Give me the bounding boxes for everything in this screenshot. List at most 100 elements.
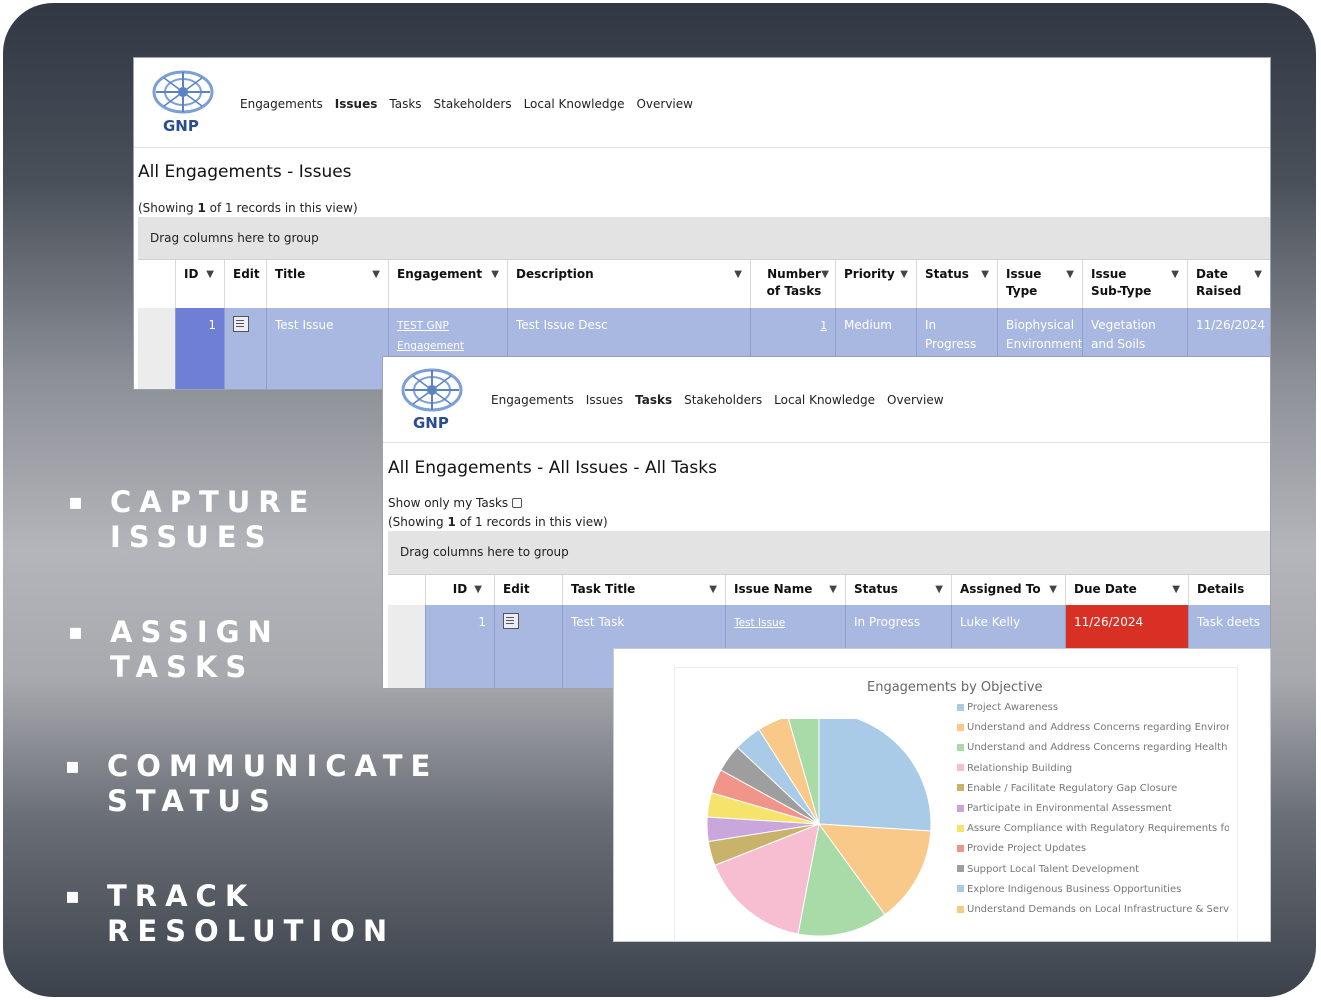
col-status[interactable]: Status ▼ bbox=[845, 575, 951, 605]
filter-icon[interactable]: ▼ bbox=[981, 266, 989, 283]
nav-issues[interactable]: Issues bbox=[335, 97, 378, 111]
group-bar[interactable]: Drag columns here to group bbox=[388, 531, 1270, 574]
edit-icon[interactable] bbox=[233, 316, 249, 332]
filter-icon[interactable]: ▼ bbox=[1172, 581, 1180, 598]
page-title: All Engagements - All Issues - All Tasks bbox=[388, 458, 717, 478]
engagement-link[interactable]: TEST GNP Engagement bbox=[397, 320, 464, 352]
legend-item[interactable]: Assure Compliance with Regulatory Requir… bbox=[957, 823, 1229, 834]
col-assigned-to[interactable]: Assigned To ▼ bbox=[951, 575, 1065, 605]
nav-local-knowledge[interactable]: Local Knowledge bbox=[524, 97, 625, 111]
edit-icon[interactable] bbox=[503, 613, 519, 629]
cell-edit[interactable] bbox=[494, 605, 562, 688]
filter-icon[interactable]: ▼ bbox=[1049, 581, 1057, 598]
row-spacer bbox=[138, 308, 175, 389]
col-issue-type[interactable]: Issue Type ▼ bbox=[997, 260, 1082, 308]
filter-icon[interactable]: ▼ bbox=[372, 266, 380, 283]
cell-id: 1 bbox=[425, 605, 494, 688]
legend-item[interactable]: Relationship Building bbox=[957, 763, 1229, 774]
col-details[interactable]: Details bbox=[1188, 575, 1270, 605]
legend-item[interactable]: Understand and Address Concerns regardin… bbox=[957, 722, 1229, 733]
show-only-checkbox[interactable] bbox=[511, 498, 522, 508]
bullet-line-1: TRACK bbox=[107, 879, 256, 913]
filter-icon[interactable]: ▼ bbox=[1066, 266, 1074, 283]
records-count: (Showing 1 of 1 records in this view) bbox=[138, 201, 358, 215]
legend-item[interactable]: Understand Demands on Local Infrastructu… bbox=[957, 904, 1229, 915]
header-divider bbox=[383, 442, 1270, 443]
tasks-count-link[interactable]: 1 bbox=[820, 320, 827, 332]
legend-label: Relationship Building bbox=[967, 762, 1073, 774]
col-id[interactable]: ID ▼ bbox=[425, 575, 494, 605]
legend-label: Project Awareness bbox=[967, 702, 1059, 713]
legend-swatch bbox=[957, 844, 964, 852]
show-only-label: Show only my Tasks bbox=[388, 496, 509, 510]
issue-name-link[interactable]: Test Issue bbox=[734, 617, 785, 629]
nav-overview[interactable]: Overview bbox=[636, 97, 693, 111]
nav-tasks[interactable]: Tasks bbox=[635, 393, 672, 407]
col-edit[interactable]: Edit bbox=[224, 260, 266, 308]
col-priority[interactable]: Priority ▼ bbox=[835, 260, 916, 308]
cell-edit[interactable] bbox=[224, 308, 266, 389]
nav-engagements[interactable]: Engagements bbox=[491, 393, 574, 407]
col-edit[interactable]: Edit bbox=[494, 575, 562, 605]
legend-label: Understand Demands on Local Infrastructu… bbox=[967, 904, 1229, 915]
records-number: 1 bbox=[197, 201, 206, 215]
legend-swatch bbox=[957, 824, 964, 832]
col-title[interactable]: Title ▼ bbox=[266, 260, 388, 308]
filter-icon[interactable]: ▼ bbox=[709, 581, 717, 598]
filter-icon[interactable]: ▼ bbox=[474, 581, 482, 598]
col-label: Date Raised bbox=[1196, 267, 1242, 298]
legend-swatch bbox=[957, 905, 964, 913]
legend-item[interactable]: Provide Project Updates bbox=[957, 843, 1229, 854]
col-issue-name[interactable]: Issue Name ▼ bbox=[725, 575, 845, 605]
col-issue-sub-type[interactable]: Issue Sub-Type ▼ bbox=[1082, 260, 1187, 308]
bullet-dot: ▪ bbox=[68, 490, 83, 515]
legend-label: Provide Project Updates bbox=[967, 843, 1087, 855]
nav-issues[interactable]: Issues bbox=[586, 393, 623, 407]
col-label: Priority bbox=[844, 267, 895, 281]
col-description[interactable]: Description ▼ bbox=[507, 260, 750, 308]
legend-item[interactable]: Support Local Talent Development bbox=[957, 864, 1229, 875]
nav-engagements[interactable]: Engagements bbox=[240, 97, 323, 111]
legend-item[interactable]: Enable / Facilitate Regulatory Gap Closu… bbox=[957, 783, 1229, 794]
filter-icon[interactable]: ▼ bbox=[1254, 266, 1262, 283]
legend-swatch bbox=[957, 804, 964, 812]
top-nav: Engagements Issues Tasks Stakeholders Lo… bbox=[240, 97, 693, 111]
filter-icon[interactable]: ▼ bbox=[935, 581, 943, 598]
nav-tasks[interactable]: Tasks bbox=[389, 97, 421, 111]
filter-icon[interactable]: ▼ bbox=[900, 266, 908, 283]
col-label: Description bbox=[516, 267, 594, 281]
legend-swatch bbox=[957, 743, 964, 751]
page-title: All Engagements - Issues bbox=[138, 162, 352, 182]
legend-item[interactable]: Project Awareness bbox=[957, 702, 1229, 713]
nav-stakeholders[interactable]: Stakeholders bbox=[684, 393, 762, 407]
col-status[interactable]: Status ▼ bbox=[916, 260, 997, 308]
legend-label: Enable / Facilitate Regulatory Gap Closu… bbox=[967, 782, 1178, 794]
col-engagement[interactable]: Engagement ▼ bbox=[388, 260, 507, 308]
show-only-my-tasks[interactable]: Show only my Tasks bbox=[388, 496, 522, 510]
nav-overview[interactable]: Overview bbox=[887, 393, 944, 407]
tasks-screenshot: GNP Engagements Issues Tasks Stakeholder… bbox=[382, 356, 1271, 689]
col-date-raised[interactable]: Date Raised ▼ bbox=[1187, 260, 1270, 308]
nav-stakeholders[interactable]: Stakeholders bbox=[434, 97, 512, 111]
legend-item[interactable]: Explore Indigenous Business Opportunitie… bbox=[957, 884, 1229, 895]
top-nav: Engagements Issues Tasks Stakeholders Lo… bbox=[491, 393, 944, 407]
legend-label: Assure Compliance with Regulatory Requir… bbox=[967, 823, 1229, 835]
issues-screenshot: GNP Engagements Issues Tasks Stakeholder… bbox=[133, 57, 1271, 390]
filter-icon[interactable]: ▼ bbox=[1171, 266, 1179, 283]
legend-item[interactable]: Understand and Address Concerns regardin… bbox=[957, 742, 1229, 753]
filter-icon[interactable]: ▼ bbox=[829, 581, 837, 598]
col-number-of-tasks[interactable]: Number of Tasks ▼ bbox=[750, 260, 835, 308]
filter-icon[interactable]: ▼ bbox=[821, 266, 829, 283]
group-bar[interactable]: Drag columns here to group bbox=[138, 217, 1270, 259]
legend-label: Participate in Environmental Assessment bbox=[967, 803, 1172, 814]
legend-label: Understand and Address Concerns regardin… bbox=[967, 742, 1228, 754]
filter-icon[interactable]: ▼ bbox=[206, 266, 214, 283]
filter-icon[interactable]: ▼ bbox=[734, 266, 742, 283]
legend-item[interactable]: Participate in Environmental Assessment bbox=[957, 803, 1229, 814]
records-number: 1 bbox=[447, 515, 456, 529]
nav-local-knowledge[interactable]: Local Knowledge bbox=[774, 393, 875, 407]
col-id[interactable]: ID ▼ bbox=[175, 260, 224, 308]
col-task-title[interactable]: Task Title ▼ bbox=[562, 575, 725, 605]
col-due-date[interactable]: Due Date ▼ bbox=[1065, 575, 1188, 605]
filter-icon[interactable]: ▼ bbox=[491, 266, 499, 283]
